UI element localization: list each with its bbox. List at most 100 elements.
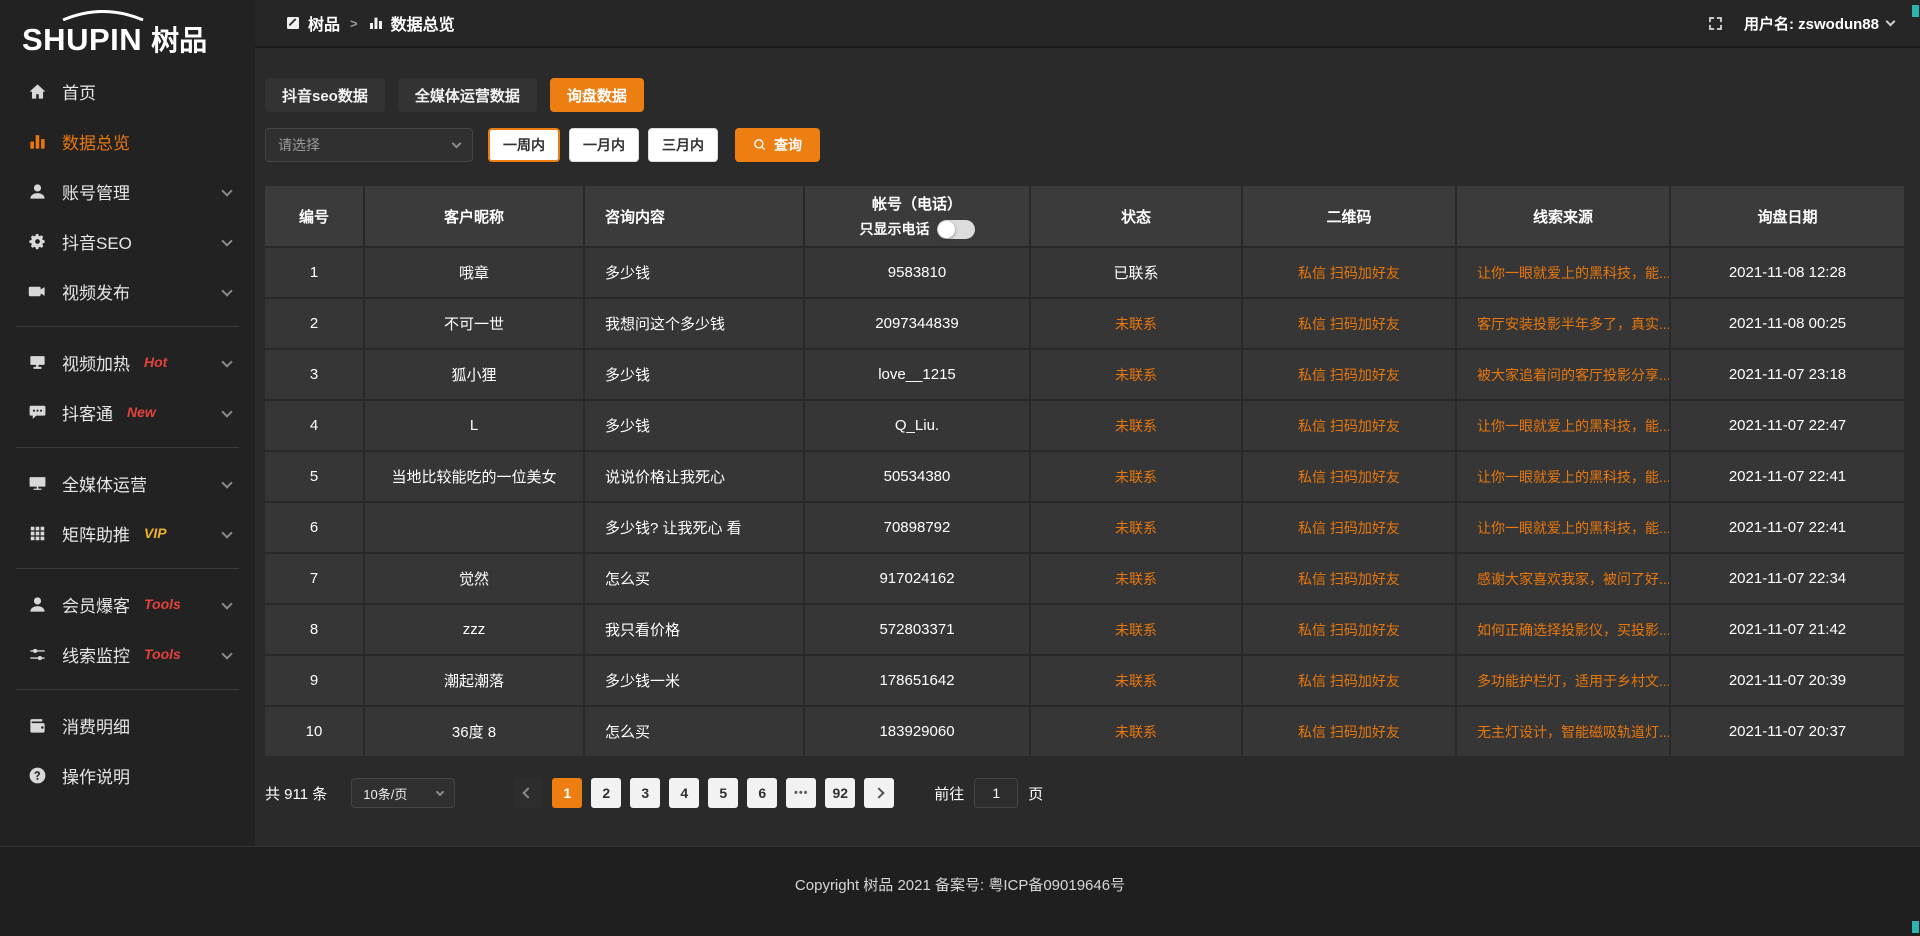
search-icon — [753, 138, 767, 152]
breadcrumb-item-brand[interactable]: 树品 — [285, 11, 340, 35]
scrollbar-thumb-top[interactable] — [1912, 5, 1919, 17]
sidebar-item-douyin-seo[interactable]: 抖音SEO — [0, 216, 255, 266]
tab-douyin-seo-data[interactable]: 抖音seo数据 — [265, 78, 385, 112]
data-table: 编号客户昵称咨询内容帐号（电话）只显示电话状态二维码线索来源询盘日期 1哦章多少… — [265, 186, 1904, 756]
search-button[interactable]: 查询 — [735, 128, 820, 162]
cell-source[interactable]: 多功能护栏灯，适用于乡村文... — [1457, 656, 1669, 705]
chevron-down-icon — [221, 285, 232, 296]
cell-source[interactable]: 让你一眼就爱上的黑科技，能... — [1457, 401, 1669, 450]
cell-qrcode[interactable]: 私信 扫码加好友 — [1243, 554, 1455, 603]
filter-select[interactable]: 请选择 — [265, 128, 473, 162]
sidebar-item-consume-detail[interactable]: 消费明细 — [0, 700, 255, 750]
cell-source[interactable]: 被大家追着问的客厅投影分享... — [1457, 350, 1669, 399]
scrollbar-thumb-bottom[interactable] — [1912, 921, 1919, 933]
sidebar-item-douketong[interactable]: 抖客通New — [0, 387, 255, 437]
cell-qrcode[interactable]: 私信 扫码加好友 — [1243, 503, 1455, 552]
sidebar-item-data-overview[interactable]: 数据总览 — [0, 116, 255, 166]
sidebar-item-label: 操作说明 — [62, 763, 130, 788]
cell-status: 未联系 — [1031, 299, 1241, 348]
tab-inquiry-data[interactable]: 询盘数据 — [550, 78, 644, 112]
sidebar-item-account-management[interactable]: 账号管理 — [0, 166, 255, 216]
pager-page-1[interactable]: 1 — [552, 778, 582, 808]
pager-pages: 123456 ••• 92 — [552, 778, 855, 808]
sidebar-divider — [16, 326, 239, 327]
column-header-qrcode: 二维码 — [1243, 186, 1455, 246]
cell-qrcode[interactable]: 私信 扫码加好友 — [1243, 605, 1455, 654]
cell-account: 183929060 — [805, 707, 1029, 756]
cell-source[interactable]: 无主灯设计，智能磁吸轨道灯... — [1457, 707, 1669, 756]
breadcrumb-item-data-overview[interactable]: 数据总览 — [368, 11, 455, 35]
cell-qrcode[interactable]: 私信 扫码加好友 — [1243, 350, 1455, 399]
pager-page-6[interactable]: 6 — [747, 778, 777, 808]
sliders-icon — [28, 645, 47, 664]
cell-qrcode[interactable]: 私信 扫码加好友 — [1243, 299, 1455, 348]
sidebar-item-media-operation[interactable]: 全媒体运营 — [0, 458, 255, 508]
breadcrumb-label: 数据总览 — [391, 11, 455, 35]
cell-no: 5 — [265, 452, 363, 501]
cell-source[interactable]: 让你一眼就爱上的黑科技，能... — [1457, 248, 1669, 297]
column-label: 二维码 — [1326, 206, 1371, 227]
sidebar-item-member-tools[interactable]: 会员爆客Tools — [0, 579, 255, 629]
pager-next-button[interactable] — [864, 778, 894, 808]
sidebar-item-leads-monitor[interactable]: 线索监控Tools — [0, 629, 255, 679]
sidebar-item-label: 抖音SEO — [62, 229, 132, 254]
pager-page-5[interactable]: 5 — [708, 778, 738, 808]
chevron-down-icon — [221, 527, 232, 538]
chevron-down-icon — [452, 139, 462, 149]
tab-media-operation-data[interactable]: 全媒体运营数据 — [398, 78, 537, 112]
pager-ellipsis[interactable]: ••• — [786, 778, 816, 808]
logo: SHUPIN 树品 — [0, 0, 255, 58]
cell-source[interactable]: 客厅安装投影半年多了，真实... — [1457, 299, 1669, 348]
quick-filter-month[interactable]: 一月内 — [569, 128, 639, 162]
cell-qrcode[interactable]: 私信 扫码加好友 — [1243, 452, 1455, 501]
phone-only-toggle[interactable] — [937, 220, 975, 239]
fullscreen-icon[interactable] — [1707, 15, 1724, 32]
sidebar-item-matrix-boost[interactable]: 矩阵助推VIP — [0, 508, 255, 558]
pager-prev-button[interactable] — [513, 778, 543, 808]
column-header-date: 询盘日期 — [1671, 186, 1904, 246]
table-row: 7觉然怎么买917024162未联系私信 扫码加好友感谢大家喜欢我家，被问了好.… — [265, 554, 1904, 603]
cell-source[interactable]: 如何正确选择投影仪，买投影... — [1457, 605, 1669, 654]
cell-status: 未联系 — [1031, 452, 1241, 501]
chat-icon — [28, 403, 47, 422]
cell-qrcode[interactable]: 私信 扫码加好友 — [1243, 656, 1455, 705]
pagination-total: 共 911 条 — [265, 783, 327, 804]
cell-qrcode[interactable]: 私信 扫码加好友 — [1243, 707, 1455, 756]
pager-page-2[interactable]: 2 — [591, 778, 621, 808]
page-jump: 前往 页 — [934, 778, 1043, 808]
chevron-down-icon — [221, 477, 232, 488]
page-jump-input[interactable] — [974, 778, 1018, 808]
cell-source[interactable]: 让你一眼就爱上的黑科技，能... — [1457, 452, 1669, 501]
quick-filter-quarter[interactable]: 三月内 — [648, 128, 718, 162]
pager-page-4[interactable]: 4 — [669, 778, 699, 808]
sidebar-item-video-heat[interactable]: 视频加热Hot — [0, 337, 255, 387]
cell-status: 未联系 — [1031, 503, 1241, 552]
cell-date: 2021-11-07 21:42 — [1671, 605, 1904, 654]
page-size-select[interactable]: 10条/页 — [351, 778, 455, 808]
pager-page-3[interactable]: 3 — [630, 778, 660, 808]
cell-account: 2097344839 — [805, 299, 1029, 348]
gear-icon — [28, 232, 47, 251]
sidebar-divider — [16, 447, 239, 448]
sidebar-item-help-guide[interactable]: 操作说明 — [0, 750, 255, 800]
pagination: 共 911 条 10条/页 123456 ••• 92 前往 页 — [265, 778, 1904, 808]
cell-date: 2021-11-07 20:39 — [1671, 656, 1904, 705]
column-label: 客户昵称 — [444, 206, 504, 227]
cell-qrcode[interactable]: 私信 扫码加好友 — [1243, 401, 1455, 450]
cell-account: Q_Liu. — [805, 401, 1029, 450]
sidebar-item-home[interactable]: 首页 — [0, 66, 255, 116]
cell-source[interactable]: 感谢大家喜欢我家，被问了好... — [1457, 554, 1669, 603]
pager-page-92[interactable]: 92 — [825, 778, 855, 808]
cell-qrcode[interactable]: 私信 扫码加好友 — [1243, 248, 1455, 297]
breadcrumb-label: 树品 — [308, 11, 340, 35]
quick-filter-week[interactable]: 一周内 — [488, 128, 560, 162]
sidebar-item-video-publish[interactable]: 视频发布 — [0, 266, 255, 316]
chevron-down-icon — [221, 598, 232, 609]
cell-no: 7 — [265, 554, 363, 603]
cell-source[interactable]: 让你一眼就爱上的黑科技，能... — [1457, 503, 1669, 552]
member-icon — [28, 595, 47, 614]
user-menu[interactable]: 用户名: zswodun88 — [1744, 13, 1894, 34]
cell-inquiry: 多少钱 — [585, 248, 803, 297]
page-size-value: 10条/页 — [363, 784, 407, 803]
column-label: 咨询内容 — [605, 206, 665, 227]
